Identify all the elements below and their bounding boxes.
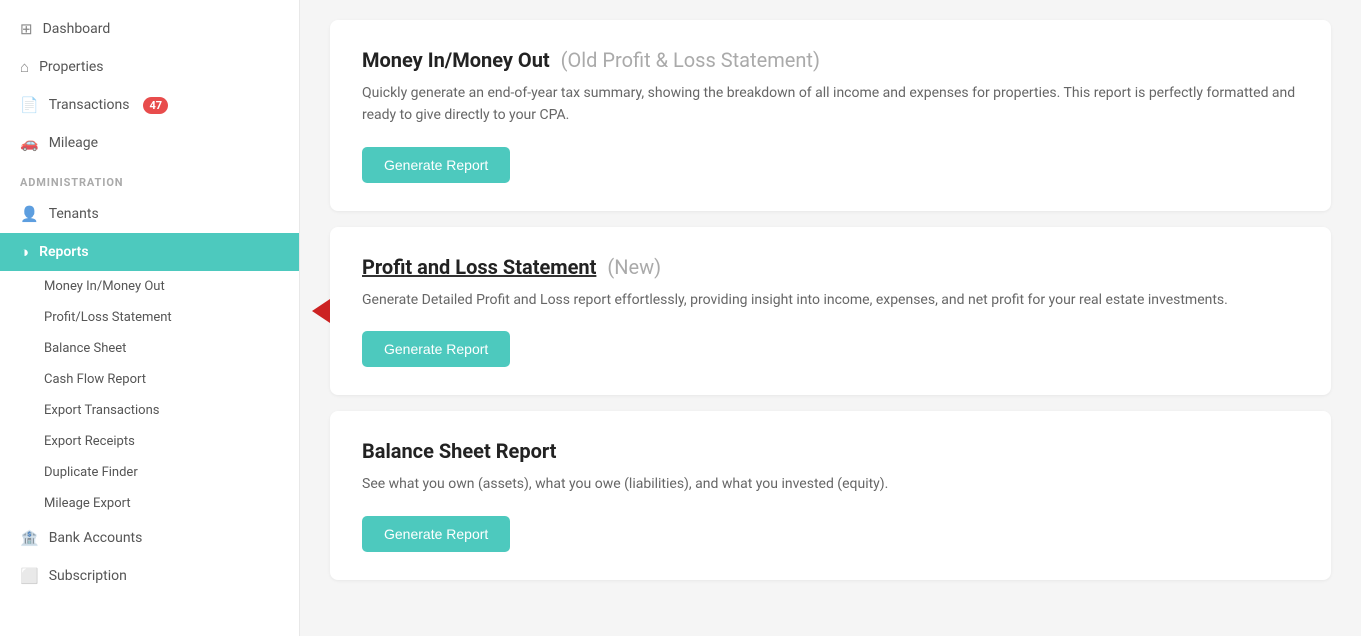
sidebar-item-transactions[interactable]: 📄 Transactions 47: [0, 86, 299, 124]
report-desc-money-in-out: Quickly generate an end-of-year tax summ…: [362, 82, 1299, 127]
report-title-main: Balance Sheet Report: [362, 439, 556, 463]
mileage-icon: 🚗: [20, 134, 39, 152]
reports-icon: ◑: [20, 243, 29, 261]
report-title-main: Profit and Loss Statement: [362, 255, 596, 279]
sidebar-item-mileage[interactable]: 🚗 Mileage: [0, 124, 299, 162]
subitem-label: Cash Flow Report: [44, 372, 146, 387]
sidebar-subitem-profit-loss[interactable]: Profit/Loss Statement: [0, 302, 299, 333]
sidebar-subitem-duplicate-finder[interactable]: Duplicate Finder: [0, 457, 299, 488]
sidebar-subitem-balance-sheet[interactable]: Balance Sheet: [0, 333, 299, 364]
subitem-label: Duplicate Finder: [44, 465, 138, 480]
report-card-money-in-out: Money In/Money Out (Old Profit & Loss St…: [330, 20, 1331, 211]
report-card-profit-loss: Profit and Loss Statement (New) Generate…: [330, 227, 1331, 395]
sidebar-subitem-mileage-export[interactable]: Mileage Export: [0, 488, 299, 519]
subitem-label: Balance Sheet: [44, 341, 126, 356]
sidebar-item-label: Dashboard: [43, 21, 111, 37]
sidebar: ⊞ Dashboard ⌂ Properties 📄 Transactions …: [0, 0, 300, 636]
subitem-label: Export Receipts: [44, 434, 135, 449]
report-title-profit-loss: Profit and Loss Statement (New): [362, 255, 1299, 279]
sidebar-subitem-export-receipts[interactable]: Export Receipts: [0, 426, 299, 457]
report-title-subtitle: (Old Profit & Loss Statement): [561, 48, 820, 72]
sidebar-item-bank-accounts[interactable]: 🏦 Bank Accounts: [0, 519, 299, 557]
admin-section-label: ADMINISTRATION: [0, 162, 299, 195]
sidebar-item-tenants[interactable]: 👤 Tenants: [0, 195, 299, 233]
sidebar-item-label: Properties: [39, 59, 103, 75]
sidebar-item-label: Tenants: [49, 206, 99, 222]
sidebar-item-dashboard[interactable]: ⊞ Dashboard: [0, 10, 299, 48]
sidebar-item-label: Bank Accounts: [49, 530, 143, 546]
sidebar-item-label: Mileage: [49, 135, 98, 151]
report-title-subtitle: (New): [607, 255, 661, 279]
generate-report-btn-balance-sheet[interactable]: Generate Report: [362, 516, 510, 552]
profit-loss-arrow-indicator: [312, 299, 330, 323]
main-content: Money In/Money Out (Old Profit & Loss St…: [300, 0, 1361, 636]
report-title-main: Money In/Money Out: [362, 48, 550, 72]
dashboard-icon: ⊞: [20, 20, 33, 38]
sidebar-item-label: Transactions: [49, 97, 130, 113]
report-card-balance-sheet: Balance Sheet Report See what you own (a…: [330, 411, 1331, 579]
generate-report-btn-money-in-out[interactable]: Generate Report: [362, 147, 510, 183]
subitem-label: Money In/Money Out: [44, 279, 165, 294]
subitem-label: Mileage Export: [44, 496, 131, 511]
tenants-icon: 👤: [20, 205, 39, 223]
subscription-icon: ⬜: [20, 567, 39, 585]
sidebar-item-reports[interactable]: ◑ Reports: [0, 233, 299, 271]
sidebar-item-subscription[interactable]: ⬜ Subscription: [0, 557, 299, 595]
sidebar-item-properties[interactable]: ⌂ Properties: [0, 48, 299, 86]
bank-icon: 🏦: [20, 529, 39, 547]
properties-icon: ⌂: [20, 58, 29, 76]
subitem-label: Profit/Loss Statement: [44, 310, 172, 325]
sidebar-item-label: Subscription: [49, 568, 127, 584]
sidebar-subitem-money-in-out[interactable]: Money In/Money Out: [0, 271, 299, 302]
transactions-icon: 📄: [20, 96, 39, 114]
report-title-balance-sheet: Balance Sheet Report: [362, 439, 1299, 463]
report-title-money-in-out: Money In/Money Out (Old Profit & Loss St…: [362, 48, 1299, 72]
transactions-badge: 47: [143, 97, 168, 114]
subitem-label: Export Transactions: [44, 403, 159, 418]
report-desc-profit-loss: Generate Detailed Profit and Loss report…: [362, 289, 1299, 311]
report-desc-balance-sheet: See what you own (assets), what you owe …: [362, 473, 1299, 495]
sidebar-subitem-cash-flow[interactable]: Cash Flow Report: [0, 364, 299, 395]
generate-report-btn-profit-loss[interactable]: Generate Report: [362, 331, 510, 367]
report-card-wrapper-profit-loss: Profit and Loss Statement (New) Generate…: [330, 227, 1331, 395]
sidebar-subitem-export-transactions[interactable]: Export Transactions: [0, 395, 299, 426]
sidebar-item-label: Reports: [39, 244, 89, 260]
